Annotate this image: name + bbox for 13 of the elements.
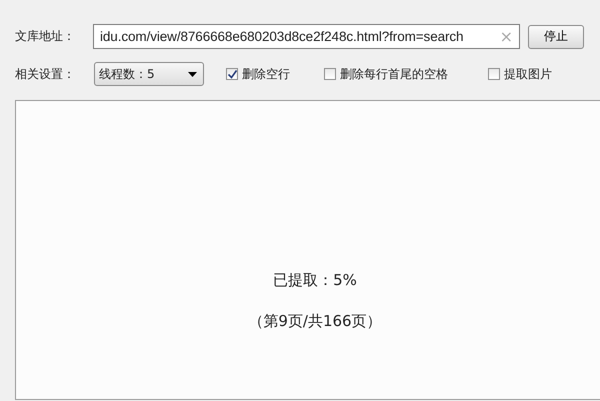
progress-status: 已提取：5% (273, 271, 357, 290)
checkbox[interactable] (488, 68, 500, 80)
checkbox[interactable] (324, 68, 336, 80)
stop-button[interactable]: 停止 (528, 24, 584, 48)
url-label: 文库地址： (14, 28, 76, 45)
caret-icon (188, 72, 197, 76)
checkbox-label: 提取图片 (504, 66, 552, 82)
checkbox[interactable] (226, 68, 238, 80)
checkbox-label: 删除每行首尾的空格 (340, 66, 448, 82)
settings-label: 相关设置： (14, 66, 76, 82)
thread-count-dropdown[interactable]: 线程数：5 (94, 62, 204, 86)
checkbox-label: 删除空行 (242, 66, 290, 82)
url-field[interactable]: idu.com/view/8766668e680203d8ce2f248c.html?from=search × (93, 24, 520, 49)
